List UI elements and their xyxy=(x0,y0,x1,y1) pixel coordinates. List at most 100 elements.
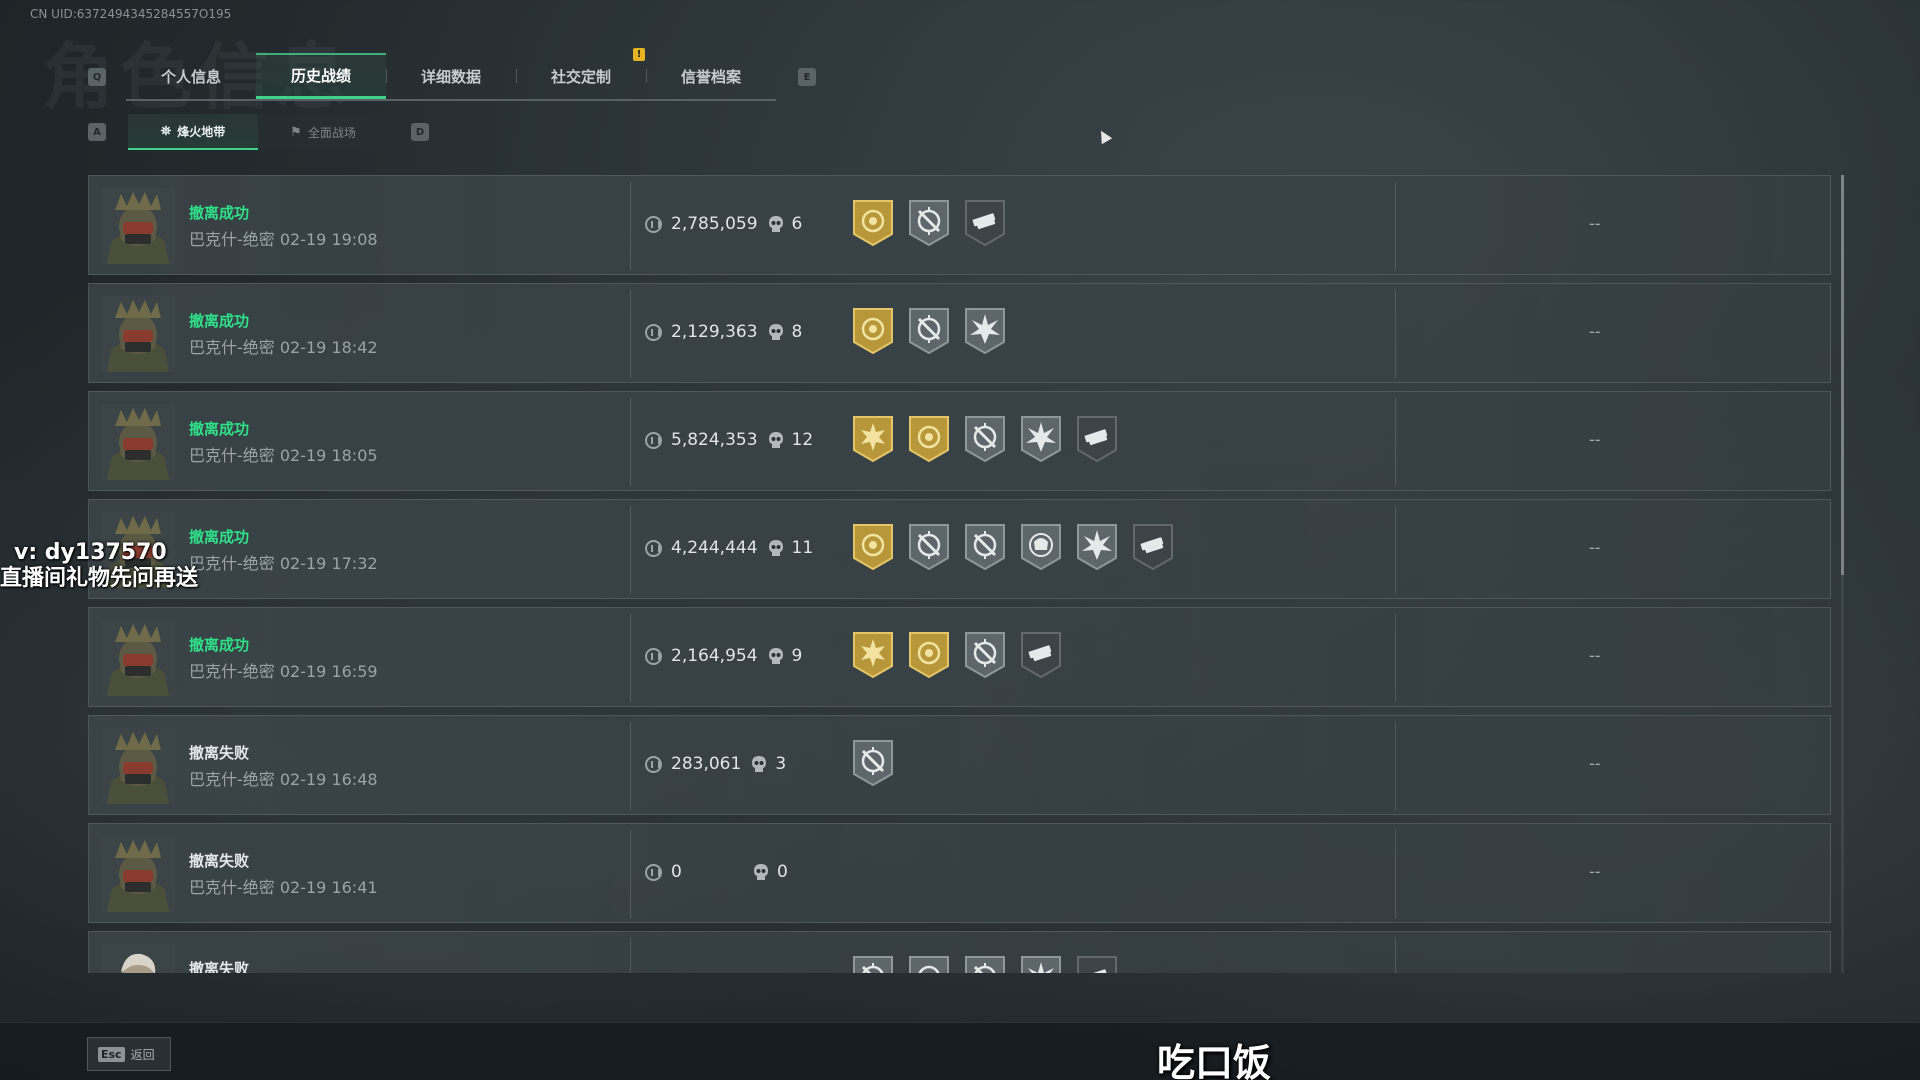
extraction-result: 撤离失败 xyxy=(189,852,250,870)
gray-crosshair-badge-icon[interactable] xyxy=(851,954,895,973)
extraction-result: 撤离成功 xyxy=(189,420,250,438)
gray-skull-badge-icon[interactable] xyxy=(1019,522,1063,572)
tab-social-custom[interactable]: 社交定制 xyxy=(516,53,646,99)
loot-value-group: 4,244,444 11 xyxy=(645,538,813,558)
dark-weapons-badge-icon[interactable] xyxy=(1075,414,1119,464)
match-record-row[interactable]: 撤离成功 巴克什-绝密 02-19 18:05 5,824,353 12 -- xyxy=(88,391,1831,491)
gray-burst-badge-icon[interactable] xyxy=(1075,522,1119,572)
loot-value: 2,129,363 xyxy=(671,322,758,342)
gold-seal-badge-icon[interactable] xyxy=(851,198,895,248)
map-and-time: 巴克什-绝密 02-19 19:08 xyxy=(189,230,378,249)
gray-burst-badge-icon[interactable] xyxy=(963,306,1007,356)
map-and-time: 巴克什-绝密 02-19 18:05 xyxy=(189,446,378,465)
extra-info: -- xyxy=(1589,646,1601,665)
kill-count: 3 xyxy=(775,754,787,774)
loot-value-group: 5,824,353 12 xyxy=(645,430,813,450)
operator-avatar xyxy=(101,188,175,264)
tab-credit-archive[interactable]: 信誉档案 xyxy=(646,53,776,99)
coin-icon xyxy=(645,323,662,341)
map-and-time: 巴克什-绝密 02-19 16:48 xyxy=(189,770,378,789)
gold-sun-badge-icon[interactable] xyxy=(851,414,895,464)
skull-icon xyxy=(753,863,769,881)
map-and-time: 巴克什-绝密 02-19 16:59 xyxy=(189,662,378,681)
loot-value-group: 00 xyxy=(645,862,788,882)
skull-icon xyxy=(768,539,784,557)
tab-operations[interactable]: ⛯ 烽火地带 xyxy=(128,114,258,150)
operator-avatar xyxy=(101,944,175,973)
back-label: 返回 xyxy=(130,1047,155,1062)
skull-icon xyxy=(768,431,784,449)
row-divider xyxy=(630,722,631,810)
skull-icon xyxy=(768,323,784,341)
loot-value-group: 2,129,363 8 xyxy=(645,322,802,342)
dark-weapons-badge-icon[interactable] xyxy=(1019,630,1063,680)
row-divider xyxy=(630,938,631,973)
dark-weapons-badge-icon[interactable] xyxy=(1131,522,1175,572)
loot-value: 5,824,353 xyxy=(671,430,758,450)
kill-count: 12 xyxy=(791,430,814,450)
dark-weapons-badge-icon[interactable] xyxy=(963,198,1007,248)
back-button[interactable]: Esc 返回 xyxy=(87,1037,171,1071)
dark-weapons-badge-icon[interactable] xyxy=(1075,954,1119,973)
prev-tab-key[interactable]: Q xyxy=(88,68,106,86)
match-record-row[interactable]: 撤离成功 巴克什-绝密 02-19 18:42 2,129,363 8 -- xyxy=(88,283,1831,383)
loot-value-group: 2,785,059 6 xyxy=(645,214,802,234)
prev-subtab-key[interactable]: A xyxy=(88,123,106,141)
tab-personal-info[interactable]: 个人信息 xyxy=(126,53,256,99)
tab-detailed-data[interactable]: 详细数据 xyxy=(386,53,516,99)
tab-match-history[interactable]: 历史战绩 xyxy=(256,53,386,99)
gold-sun-badge-icon[interactable] xyxy=(851,630,895,680)
match-record-row[interactable]: 撤离成功 巴克什-绝密 02-19 19:08 2,785,059 6 -- xyxy=(88,175,1831,275)
gold-seal-badge-icon[interactable] xyxy=(851,522,895,572)
gray-crosshair-badge-icon[interactable] xyxy=(907,306,951,356)
main-tab-bar: 个人信息 历史战绩 详细数据 社交定制 信誉档案 xyxy=(126,53,776,101)
row-divider xyxy=(630,830,631,918)
loot-value: 0 xyxy=(671,862,682,882)
match-history-list: 撤离成功 巴克什-绝密 02-19 19:08 2,785,059 6 -- 撤离成功 巴克… xyxy=(88,175,1832,973)
row-divider xyxy=(1395,182,1396,270)
loot-value: 4,244,444 xyxy=(671,538,758,558)
battlefield-icon: ⚑ xyxy=(290,124,302,140)
extra-info: -- xyxy=(1589,214,1601,233)
match-record-row[interactable]: 撤离失败 xyxy=(88,931,1831,973)
gold-seal-badge-icon[interactable] xyxy=(907,630,951,680)
gray-crosshair-badge-icon[interactable] xyxy=(907,522,951,572)
stream-watermark: v: dy137570 直播间礼物先问再送 xyxy=(0,540,198,592)
tab-battlefield[interactable]: ⚑ 全面战场 xyxy=(258,114,388,150)
match-record-row[interactable]: 撤离失败 巴克什-绝密 02-19 16:41 0 0 -- xyxy=(88,823,1831,923)
row-divider xyxy=(1395,398,1396,486)
gray-crosshair-badge-icon[interactable] xyxy=(963,414,1007,464)
next-tab-key[interactable]: E xyxy=(798,68,816,86)
gold-seal-badge-icon[interactable] xyxy=(907,414,951,464)
gold-seal-badge-icon[interactable] xyxy=(851,306,895,356)
gray-crosshair-badge-icon[interactable] xyxy=(963,522,1007,572)
scrollbar-thumb[interactable] xyxy=(1841,175,1844,575)
match-record-row[interactable]: 撤离成功 巴克什-绝密 02-19 16:59 2,164,954 9 -- xyxy=(88,607,1831,707)
coin-icon xyxy=(645,539,662,557)
match-record-row[interactable]: 撤离成功 巴克什-绝密 02-19 17:32 4,244,444 11 -- xyxy=(88,499,1831,599)
achievement-badges xyxy=(851,738,895,788)
row-divider xyxy=(1395,614,1396,702)
gray-burst-badge-icon[interactable] xyxy=(1019,414,1063,464)
operator-avatar xyxy=(101,728,175,804)
gray-crosshair-badge-icon[interactable] xyxy=(963,630,1007,680)
next-subtab-key[interactable]: D xyxy=(411,123,429,141)
loot-value: 2,785,059 xyxy=(671,214,758,234)
mode-tab-bar: ⛯ 烽火地带 ⚑ 全面战场 xyxy=(128,114,388,150)
operator-avatar xyxy=(101,404,175,480)
gray-crosshair-badge-icon[interactable] xyxy=(963,954,1007,973)
extraction-result: 撤离成功 xyxy=(189,636,250,654)
match-record-row[interactable]: 撤离失败 巴克什-绝密 02-19 16:48 283,061 3 -- xyxy=(88,715,1831,815)
row-divider xyxy=(1395,830,1396,918)
extra-info: -- xyxy=(1589,322,1601,341)
gray-crosshair-badge-icon[interactable] xyxy=(851,738,895,788)
skull-icon xyxy=(751,755,767,773)
watermark-notice: 直播间礼物先问再送 xyxy=(0,566,199,591)
uid-label: CN UID:6372494345284557O195 xyxy=(30,7,232,21)
gray-crosshair-badge-icon[interactable] xyxy=(907,198,951,248)
gray-burst-badge-icon[interactable] xyxy=(1019,954,1063,973)
operator-avatar xyxy=(101,296,175,372)
gray-seal-badge-icon[interactable] xyxy=(907,954,951,973)
coin-icon xyxy=(645,215,662,233)
extra-info: -- xyxy=(1589,862,1601,881)
